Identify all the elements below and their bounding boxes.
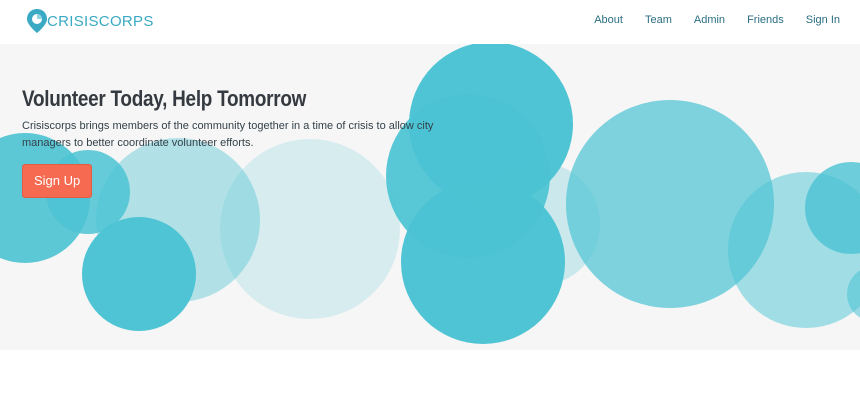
bubble: [82, 217, 196, 331]
brand-logo[interactable]: CRISISCORPS: [26, 6, 154, 36]
navbar: CRISISCORPS About Team Admin Friends Sig…: [0, 0, 860, 44]
nav-link-team[interactable]: Team: [623, 13, 672, 27]
nav-link-friends[interactable]: Friends: [725, 13, 784, 27]
nav-link-about[interactable]: About: [572, 13, 623, 27]
brand-name: CRISISCORPS: [47, 12, 154, 30]
sign-up-button[interactable]: Sign Up: [22, 164, 93, 198]
nav-link-admin[interactable]: Admin: [672, 13, 725, 27]
bubble: [401, 180, 565, 344]
nav-link-sign-in[interactable]: Sign In: [784, 13, 840, 27]
hero-title: Volunteer Today, Help Tomorrow: [22, 86, 307, 111]
main-nav: About Team Admin Friends Sign In: [572, 13, 840, 27]
location-pin-icon: [26, 8, 48, 34]
hero-content: Volunteer Today, Help Tomorrow Crisiscor…: [22, 86, 452, 198]
hero-section: Volunteer Today, Help Tomorrow Crisiscor…: [0, 44, 860, 350]
hero-description: Crisiscorps brings members of the commun…: [22, 120, 434, 149]
